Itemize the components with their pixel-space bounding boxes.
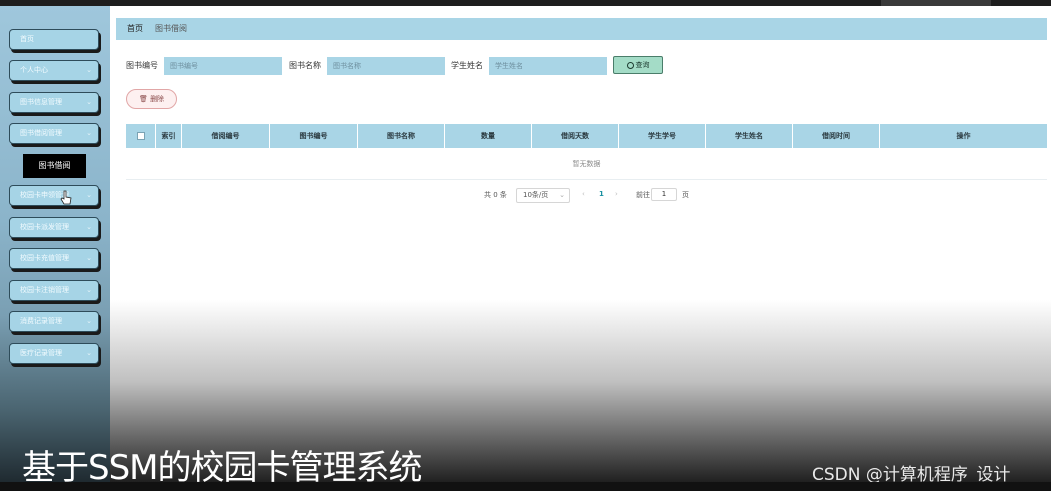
sidebar-item-card-apply[interactable]: 校园卡申领管理 ⌄	[9, 185, 99, 206]
column-header-index: 索引	[156, 124, 182, 148]
chevron-down-icon: ⌄	[559, 191, 565, 199]
sidebar-item-label: 医疗记录管理	[20, 349, 62, 357]
sidebar-item-label: 个人中心	[20, 66, 48, 74]
sidebar-item-label: 图书借阅管理	[20, 129, 62, 137]
select-all-checkbox[interactable]	[137, 132, 145, 140]
sidebar-item-label: 首页	[20, 35, 34, 43]
table-header: 索引 借阅编号 图书编号 图书名称 数量 借阅天数 学生学号 学生姓名 借阅时间…	[126, 124, 1047, 148]
sidebar-item-personal-center[interactable]: 个人中心 ⌄	[9, 60, 99, 81]
column-header-borrow-days: 借阅天数	[532, 124, 619, 148]
column-header-student-number: 学生学号	[619, 124, 706, 148]
column-header-student-name: 学生姓名	[706, 124, 793, 148]
window-bottom-bar	[0, 482, 1051, 491]
sidebar-item-label: 校园卡注销管理	[20, 286, 69, 294]
sidebar-item-card-recharge[interactable]: 校园卡充值管理 ⌄	[9, 248, 99, 269]
search-label-book-name: 图书名称	[289, 61, 321, 70]
column-header-quantity: 数量	[445, 124, 532, 148]
chevron-down-icon: ⌄	[86, 349, 92, 357]
query-button[interactable]: 查询	[613, 56, 663, 74]
book-name-input[interactable]: 图书名称	[327, 57, 445, 75]
sidebar-item-label: 消费记录管理	[20, 317, 62, 325]
column-header-borrow-time: 借阅时间	[793, 124, 880, 148]
chevron-down-icon: ⌄	[86, 98, 92, 106]
page-number-current[interactable]: 1	[599, 190, 604, 198]
sidebar-item-card-cancel[interactable]: 校园卡注销管理 ⌄	[9, 280, 99, 301]
query-button-label: 查询	[635, 61, 650, 69]
chevron-down-icon: ⌄	[86, 66, 92, 74]
search-label-book-id: 图书编号	[126, 61, 158, 70]
page-size-value: 10条/页	[523, 191, 549, 199]
column-header-actions: 操作	[956, 132, 971, 140]
sidebar-item-label: 图书信息管理	[20, 98, 62, 106]
goto-label: 前往	[636, 191, 650, 199]
pagination-total: 共 0 条	[484, 191, 507, 199]
chevron-down-icon: ⌄	[86, 129, 92, 137]
breadcrumb-home[interactable]: 首页	[127, 23, 143, 34]
book-id-input[interactable]: 图书编号	[164, 57, 282, 75]
sidebar-item-book-info[interactable]: 图书信息管理 ⌄	[9, 92, 99, 113]
next-page-button[interactable]: ›	[615, 190, 618, 198]
breadcrumb: 首页 图书借阅	[116, 18, 1047, 40]
chevron-down-icon: ⌄	[86, 223, 92, 231]
column-header-book-name: 图书名称	[358, 124, 445, 148]
sidebar-item-label: 校园卡派发管理	[20, 223, 69, 231]
hand-cursor-icon	[60, 190, 72, 205]
sidebar-item-consumption[interactable]: 消费记录管理 ⌄	[9, 311, 99, 332]
chevron-down-icon: ⌄	[86, 254, 92, 262]
select-all-cell	[126, 124, 156, 148]
sidebar-item-home[interactable]: 首页	[9, 29, 99, 50]
goto-page-input[interactable]: 1	[651, 188, 677, 201]
column-header-book-id: 图书编号	[270, 124, 358, 148]
sidebar-item-book-borrow[interactable]: 图书借阅管理 ⌄	[9, 123, 99, 144]
chevron-down-icon: ⌄	[86, 317, 92, 325]
delete-button[interactable]: 🗑 删除	[126, 89, 177, 109]
breadcrumb-current: 图书借阅	[155, 24, 187, 33]
chevron-down-icon: ⌄	[86, 191, 92, 199]
column-header-borrow-id: 借阅编号	[182, 124, 270, 148]
sidebar-item-card-distribute[interactable]: 校园卡派发管理 ⌄	[9, 217, 99, 238]
chevron-down-icon: ⌄	[86, 286, 92, 294]
table-empty-text: 暂无数据	[126, 148, 1047, 180]
search-label-student-name: 学生姓名	[451, 61, 483, 70]
sidebar-subitem-book-borrow[interactable]: 图书借阅	[23, 154, 86, 178]
sidebar: 首页 个人中心 ⌄ 图书信息管理 ⌄ 图书借阅管理 ⌄ 图书借阅 校园卡申领管理…	[0, 6, 110, 482]
search-icon	[626, 61, 634, 69]
delete-button-label: 删除	[150, 95, 165, 103]
page-size-select[interactable]: 10条/页 ⌄	[516, 188, 570, 203]
trash-icon: 🗑	[138, 95, 148, 103]
prev-page-button[interactable]: ‹	[582, 190, 585, 198]
student-name-input[interactable]: 学生姓名	[489, 57, 607, 75]
page-suffix: 页	[682, 191, 689, 199]
sidebar-item-label: 校园卡充值管理	[20, 254, 69, 262]
sidebar-item-medical[interactable]: 医疗记录管理 ⌄	[9, 343, 99, 364]
